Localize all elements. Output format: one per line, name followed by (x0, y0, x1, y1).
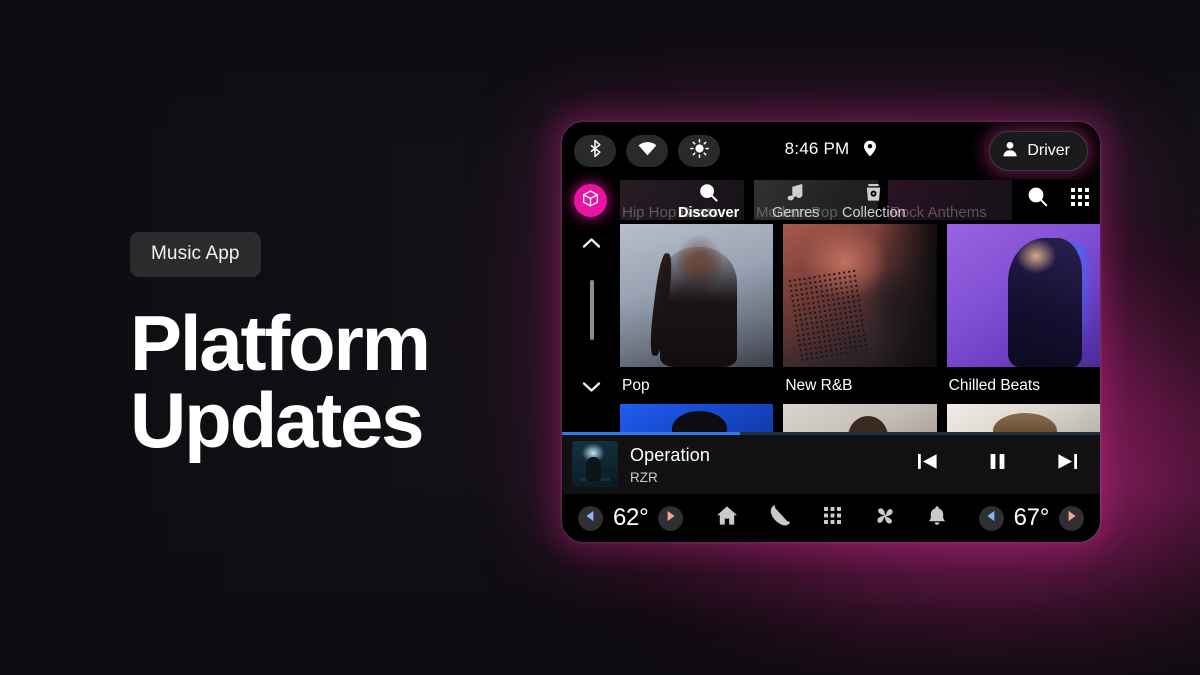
temp-increase-button-right[interactable] (1059, 505, 1084, 531)
album-art-row2 (946, 404, 1100, 432)
album-tile-label: New R&B (785, 377, 853, 394)
car-head-unit-screen: 8:46 PM Driver Hip Hop Beats Modern Pop … (562, 122, 1100, 542)
apps-grid-icon[interactable] (1070, 187, 1090, 212)
album-art-figure (659, 246, 737, 367)
driver-profile-label: Driver (1027, 142, 1070, 159)
temp-decrease-button-right[interactable] (978, 505, 1004, 531)
browse-content: Hip Hop Beats Modern Pop Rock Anthems Di… (620, 180, 1100, 432)
temp-increase-icon (1066, 509, 1077, 527)
tab-genres[interactable]: Genres (772, 180, 820, 221)
scrollbar-thumb[interactable] (590, 280, 594, 340)
fan-icon (874, 505, 896, 532)
album-art-shadow (875, 224, 937, 367)
left-sidebar (562, 180, 620, 432)
track-title: Operation (630, 445, 710, 465)
climate-button[interactable] (874, 505, 896, 532)
category-badge: Music App (130, 232, 261, 277)
apps-button[interactable] (823, 506, 842, 530)
album-tile-row2-3[interactable] (946, 404, 1100, 432)
person-icon (1002, 141, 1018, 162)
album-tile-row2-1[interactable] (620, 404, 774, 432)
now-playing-text: Operation RZR (630, 445, 710, 485)
bell-icon (928, 505, 946, 531)
tab-discover[interactable]: Discover (678, 180, 739, 221)
temp-decrease-icon (585, 509, 596, 527)
album-art-new-rnb (783, 224, 937, 367)
playback-controls (917, 433, 1078, 495)
tab-collection-label: Collection (842, 205, 906, 221)
album-tile-label: Pop (622, 377, 650, 394)
scroll-down-button[interactable] (562, 380, 620, 398)
now-playing-bar: Operation RZR (562, 432, 1100, 494)
status-bar: 8:46 PM Driver (562, 122, 1100, 180)
screenshot-canvas: Music App Platform Updates 8:46 PM Drive… (0, 0, 1200, 675)
apps-grid-icon (823, 506, 842, 530)
pause-icon (988, 452, 1007, 476)
passenger-temperature-value: 67° (1013, 504, 1050, 531)
notifications-button[interactable] (928, 505, 946, 531)
driver-profile-button[interactable]: Driver (989, 131, 1088, 171)
home-button[interactable] (716, 505, 738, 531)
marketing-copy: Music App Platform Updates (130, 232, 550, 459)
skip-previous-icon (917, 452, 938, 476)
clock-time: 8:46 PM (784, 139, 850, 158)
temp-increase-button-left[interactable] (658, 505, 684, 531)
driver-temperature-value: 62° (613, 504, 649, 531)
skip-next-icon (1057, 452, 1078, 476)
album-art-chilled-beats (946, 224, 1100, 367)
library-icon (864, 182, 883, 203)
search-icon (699, 182, 718, 203)
album-art-row2 (620, 404, 774, 432)
skip-previous-button[interactable] (917, 452, 938, 476)
album-tile-chilled-beats[interactable]: Chilled Beats (946, 224, 1100, 404)
album-art-pop (620, 224, 774, 367)
phone-button[interactable] (770, 505, 791, 531)
cube-logo-icon (581, 189, 600, 213)
headline-line-1: Platform (130, 299, 431, 387)
album-art-figure (1007, 238, 1082, 367)
search-icon[interactable] (1027, 186, 1048, 212)
bottom-dock: 62° 67° (562, 494, 1100, 542)
chevron-down-icon (582, 380, 601, 397)
album-tile-label: Chilled Beats (948, 377, 1040, 394)
play-pause-button[interactable] (988, 452, 1007, 476)
tab-genres-label: Genres (772, 205, 820, 221)
location-pin-icon (863, 140, 877, 162)
tab-discover-label: Discover (678, 205, 740, 221)
music-note-icon (787, 182, 804, 203)
headline-line-2: Updates (130, 376, 425, 465)
album-art-detail (786, 267, 870, 361)
temp-increase-icon (665, 509, 676, 527)
driver-climate-control: 62° (578, 504, 684, 532)
scroll-up-button[interactable] (562, 236, 620, 254)
tab-bar-actions (1027, 186, 1090, 212)
temp-decrease-button-left[interactable] (578, 505, 603, 531)
skip-next-button[interactable] (1057, 452, 1078, 476)
track-artist: RZR (630, 470, 658, 485)
album-tile-new-rnb[interactable]: New R&B (783, 224, 937, 404)
now-playing-album-art[interactable] (572, 441, 618, 487)
album-grid: Pop New R&B Chilled Beats (620, 224, 1100, 432)
temp-decrease-icon (986, 509, 997, 527)
phone-icon (770, 505, 791, 531)
app-logo-button[interactable] (574, 184, 607, 217)
album-tile-row2-2[interactable] (783, 404, 937, 432)
album-art-figure (585, 456, 602, 481)
album-art-row2 (783, 404, 937, 432)
chevron-up-icon (582, 236, 601, 253)
page-title: Platform Updates (130, 304, 550, 465)
main-content-area: Hip Hop Beats Modern Pop Rock Anthems Di… (562, 180, 1100, 432)
album-tile-pop[interactable]: Pop (620, 224, 774, 404)
tab-bar: Discover Genres Collection (620, 180, 1100, 224)
playback-progress-fill (562, 432, 740, 435)
tab-collection[interactable]: Collection (842, 180, 906, 221)
dock-shortcuts (683, 505, 978, 532)
home-icon (716, 505, 738, 531)
passenger-climate-control: 67° (978, 504, 1084, 532)
